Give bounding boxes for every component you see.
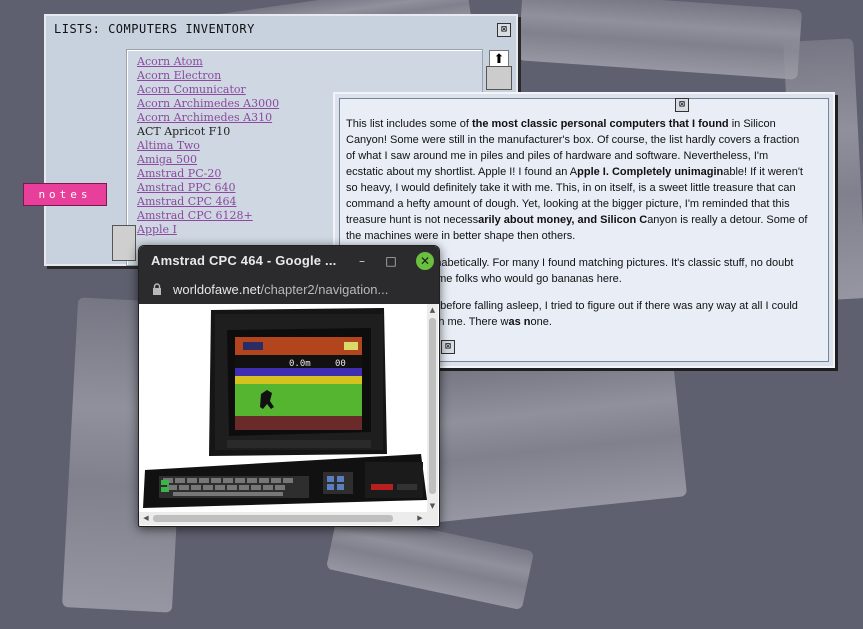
list-window-title: LISTS: COMPUTERS INVENTORY bbox=[54, 22, 255, 36]
bold-text-run: arily about money, and Silicon C bbox=[478, 214, 648, 226]
notes-tab-label: notes bbox=[38, 188, 92, 201]
bold-text-run: the most classic personal computers that… bbox=[471, 118, 729, 130]
list-window-close-button[interactable]: ⊠ bbox=[497, 23, 511, 37]
scroll-right-icon[interactable]: ▶ bbox=[415, 513, 425, 524]
scroll-handle-widget[interactable] bbox=[486, 66, 512, 90]
text-run: This list includes some of bbox=[346, 118, 472, 130]
url-path: /chapter2/navigation... bbox=[260, 282, 389, 297]
horizontal-scroll-thumb[interactable] bbox=[153, 515, 393, 522]
text-run: one. bbox=[530, 316, 552, 328]
popup-urlbar[interactable]: worldofawe.net/chapter2/navigation... bbox=[139, 276, 439, 304]
scroll-left-icon[interactable]: ◀ bbox=[141, 513, 151, 524]
minimize-button[interactable]: – bbox=[355, 254, 369, 268]
text-window-close-button[interactable]: ⊠ bbox=[675, 98, 689, 112]
popup-titlebar[interactable]: Amstrad CPC 464 - Google ... – □ ✕ bbox=[139, 246, 439, 276]
scrollbar-corner bbox=[427, 512, 438, 525]
notes-paragraph-1: This list includes some of the most clas… bbox=[346, 116, 808, 244]
text-window-bottom-close-button[interactable]: ⊠ bbox=[441, 340, 455, 354]
maximize-button[interactable]: □ bbox=[384, 254, 398, 268]
drag-handle-widget[interactable] bbox=[112, 225, 136, 261]
scroll-down-icon[interactable]: ▼ bbox=[428, 501, 437, 511]
lock-icon bbox=[153, 283, 161, 295]
popup-title: Amstrad CPC 464 - Google ... bbox=[151, 253, 337, 268]
screen-score: 0.0m bbox=[289, 359, 311, 369]
notes-tab[interactable]: notes bbox=[23, 183, 107, 206]
amstrad-cpc-464-photo: 0.0m 00 bbox=[139, 304, 427, 512]
url-domain: worldofawe.net bbox=[173, 282, 261, 297]
bold-text-run: as n bbox=[508, 316, 531, 328]
popup-url: worldofawe.net/chapter2/navigation... bbox=[173, 282, 388, 297]
popup-horizontal-scrollbar[interactable]: ◀ ▶ bbox=[139, 512, 427, 525]
scroll-up-icon[interactable]: ▲ bbox=[428, 305, 437, 315]
bold-text-run: pple I. Completely unimagin bbox=[577, 166, 724, 178]
close-button[interactable]: ✕ bbox=[416, 252, 434, 270]
list-item[interactable]: Acorn Electron bbox=[137, 69, 482, 83]
browser-popup-window: Amstrad CPC 464 - Google ... – □ ✕ world… bbox=[138, 245, 440, 527]
computer-photo-illustration: 0.0m 00 bbox=[139, 304, 427, 512]
screen-time: 00 bbox=[335, 359, 346, 369]
vertical-scroll-thumb[interactable] bbox=[429, 318, 436, 494]
list-item[interactable]: Acorn Atom bbox=[137, 55, 482, 69]
popup-vertical-scrollbar[interactable]: ▲ ▼ bbox=[427, 304, 438, 512]
